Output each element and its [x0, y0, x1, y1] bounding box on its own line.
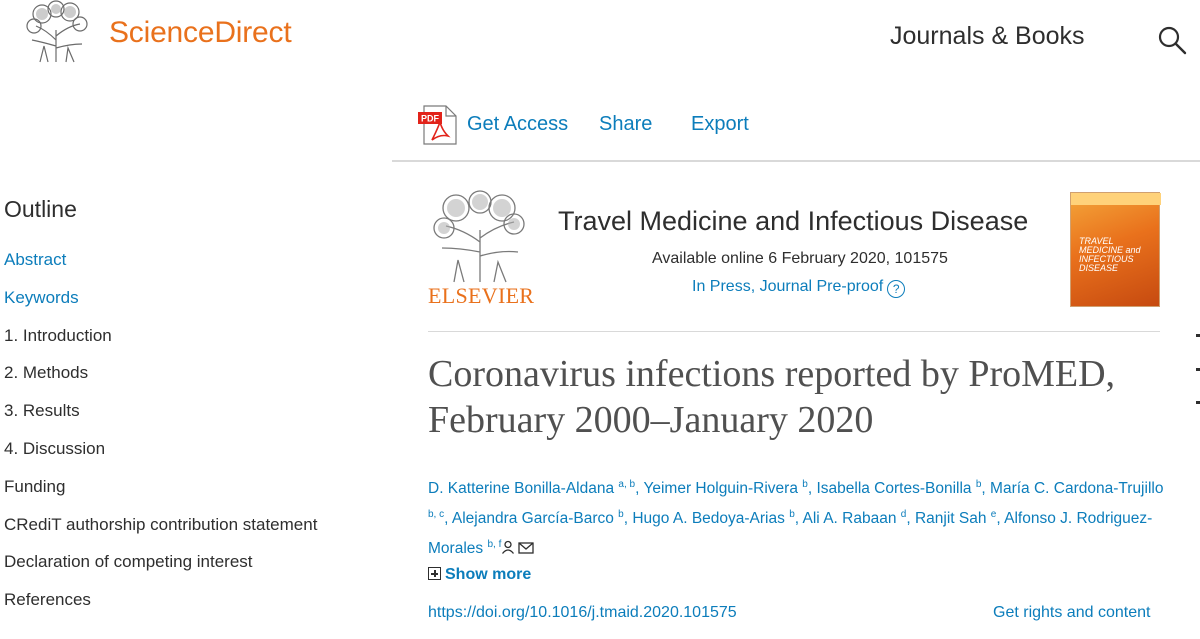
author-name[interactable]: Ali A. Rabaan	[803, 510, 897, 527]
scroll-edge-mark	[1196, 368, 1200, 371]
author-affiliation[interactable]: b	[789, 509, 795, 520]
author-name[interactable]: Alejandra García-Barco	[452, 510, 614, 527]
elsevier-tree-icon[interactable]	[428, 190, 528, 284]
author-affiliation[interactable]: e	[991, 509, 997, 520]
export-button[interactable]: Export	[691, 113, 749, 136]
person-icon[interactable]	[501, 540, 515, 555]
svg-text:PDF: PDF	[421, 114, 440, 124]
doi-link[interactable]: https://doi.org/10.1016/j.tmaid.2020.101…	[428, 604, 737, 622]
journals-books-link[interactable]: Journals & Books	[890, 22, 1085, 51]
outline-title: Outline	[4, 196, 77, 222]
share-button[interactable]: Share	[599, 113, 652, 136]
outline-item[interactable]: Abstract	[4, 250, 317, 288]
cover-top-strip	[1071, 193, 1161, 205]
in-press-label[interactable]: In Press, Journal Pre-proof	[692, 278, 883, 295]
outline-item[interactable]: 4. Discussion	[4, 439, 317, 477]
journal-title-link[interactable]: Travel Medicine and Infectious Disease	[558, 206, 1028, 237]
author-name[interactable]: Ranjit Sah	[915, 510, 987, 527]
journal-cover-image[interactable]: TRAVEL MEDICINE and INFECTIOUS DISEASE	[1070, 192, 1161, 307]
in-press-status[interactable]: In Press, Journal Pre-proof?	[692, 278, 906, 298]
outline-list: Abstract Keywords 1. Introduction 2. Method…	[4, 250, 317, 628]
author-affiliation[interactable]: a, b	[618, 479, 635, 490]
author-name[interactable]: Yeimer Holguin-Rivera	[643, 480, 798, 497]
show-more-button[interactable]: Show more	[428, 566, 531, 584]
get-rights-link[interactable]: Get rights and content	[993, 604, 1150, 622]
toolbar-divider	[392, 160, 1200, 162]
outline-item[interactable]: 3. Results	[4, 401, 317, 439]
pdf-icon[interactable]: PDF	[418, 104, 458, 146]
search-icon[interactable]	[1157, 25, 1187, 55]
author-affiliation[interactable]: d	[901, 509, 907, 520]
outline-item[interactable]: References	[4, 590, 317, 628]
author-affiliation[interactable]: b	[976, 479, 982, 490]
available-online-date: Available online 6 February 2020, 101575	[652, 250, 948, 267]
brand-name[interactable]: ScienceDirect	[109, 16, 292, 50]
outline-item[interactable]: CRediT authorship contribution statement	[4, 515, 317, 553]
author-affiliation[interactable]: b	[618, 509, 624, 520]
scroll-edge-mark	[1196, 401, 1200, 404]
author-affiliation[interactable]: b, c	[428, 509, 444, 520]
outline-item[interactable]: 1. Introduction	[4, 326, 317, 364]
outline-item[interactable]: Keywords	[4, 288, 317, 326]
author-name[interactable]: María C. Cardona-Trujillo	[990, 480, 1163, 497]
journal-header-divider	[428, 331, 1160, 332]
envelope-icon[interactable]	[518, 542, 535, 555]
get-access-button[interactable]: Get Access	[467, 113, 568, 136]
author-contact-icons	[501, 537, 535, 563]
expand-plus-icon[interactable]	[428, 567, 441, 580]
author-name[interactable]: D. Katterine Bonilla-Aldana	[428, 480, 614, 497]
elsevier-wordmark: ELSEVIER	[428, 283, 535, 308]
elsevier-tree-logo-icon[interactable]	[22, 0, 92, 64]
author-list: D. Katterine Bonilla-Aldana a, b, Yeimer…	[428, 472, 1168, 563]
author-affiliation[interactable]: b, f	[487, 539, 501, 550]
scroll-edge-mark	[1196, 334, 1200, 337]
outline-item[interactable]: Funding	[4, 477, 317, 515]
help-icon[interactable]: ?	[887, 280, 906, 298]
outline-item[interactable]: Declaration of competing interest	[4, 552, 317, 590]
article-title: Coronavirus infections reported by ProME…	[428, 353, 1116, 441]
author-name[interactable]: Isabella Cortes-Bonilla	[816, 480, 971, 497]
outline-item[interactable]: 2. Methods	[4, 363, 317, 401]
author-affiliation[interactable]: b	[802, 479, 808, 490]
author-name[interactable]: Hugo A. Bedoya-Arias	[632, 510, 785, 527]
show-more-label[interactable]: Show more	[445, 566, 531, 583]
cover-title: TRAVEL MEDICINE and INFECTIOUS DISEASE	[1079, 236, 1141, 273]
